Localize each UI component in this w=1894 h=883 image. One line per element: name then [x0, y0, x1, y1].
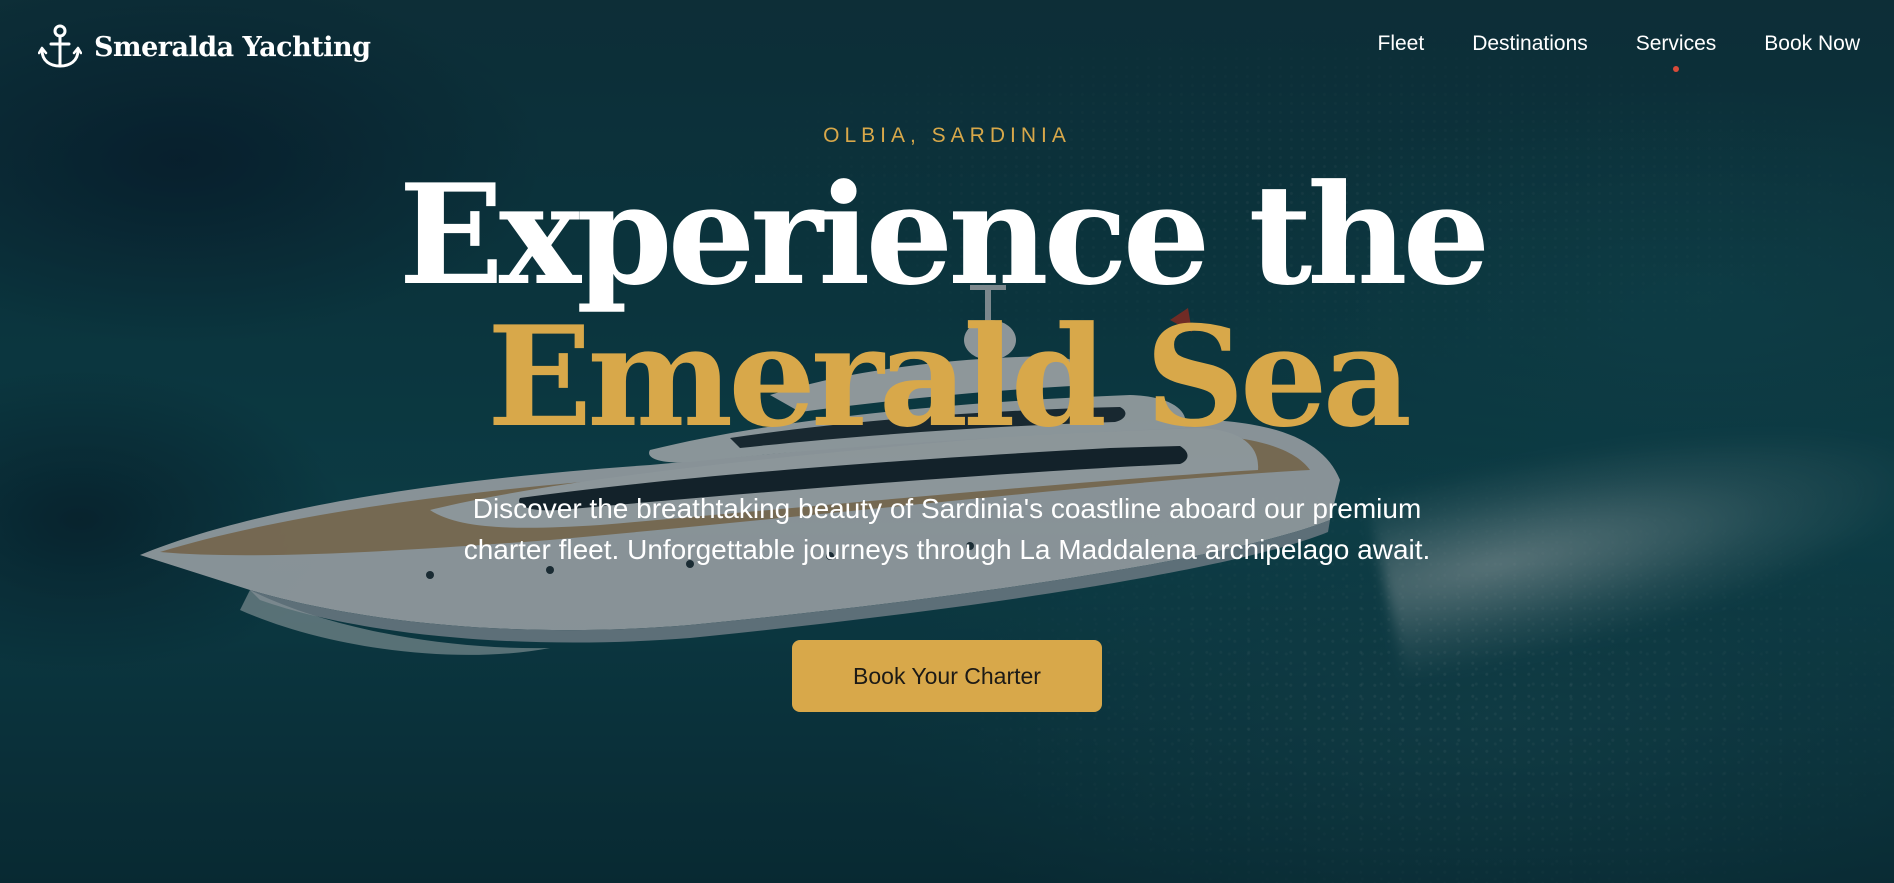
hero-subtitle: Discover the breathtaking beauty of Sard…	[463, 493, 1431, 566]
nav-link-label: Services	[1635, 32, 1717, 55]
brand-logo-link[interactable]: Smeralda Yachting	[37, 24, 371, 70]
headline-line-2-accent: Emerald Sea	[487, 295, 1412, 458]
nav-link-book-now[interactable]: Book Now	[1764, 32, 1860, 56]
hero-headline: Experience the Emerald Sea	[0, 166, 1894, 446]
brand-name: Smeralda Yachting	[94, 31, 371, 63]
nav-link-fleet[interactable]: Fleet	[1378, 32, 1425, 56]
hero-section: Smeralda Yachting Fleet Destinations Ser…	[0, 0, 1894, 883]
anchor-icon	[37, 24, 83, 70]
nav-link-destinations[interactable]: Destinations	[1472, 32, 1588, 56]
location-eyebrow: OLBIA, SARDINIA	[823, 124, 1071, 147]
nav-link-label: Fleet	[1377, 32, 1425, 55]
hero-content: OLBIA, SARDINIA Experience the Emerald S…	[0, 124, 1894, 713]
nav-link-label: Destinations	[1472, 32, 1588, 55]
active-indicator-dot	[1673, 66, 1680, 72]
headline-line-1: Experience the	[398, 153, 1491, 316]
top-navigation: Smeralda Yachting Fleet Destinations Ser…	[0, 0, 1894, 92]
book-charter-button[interactable]: Book Your Charter	[792, 640, 1102, 713]
nav-link-services[interactable]: Services	[1635, 32, 1717, 72]
nav-links: Fleet Destinations Services Book Now	[1378, 32, 1860, 72]
nav-link-label: Book Now	[1764, 32, 1860, 55]
